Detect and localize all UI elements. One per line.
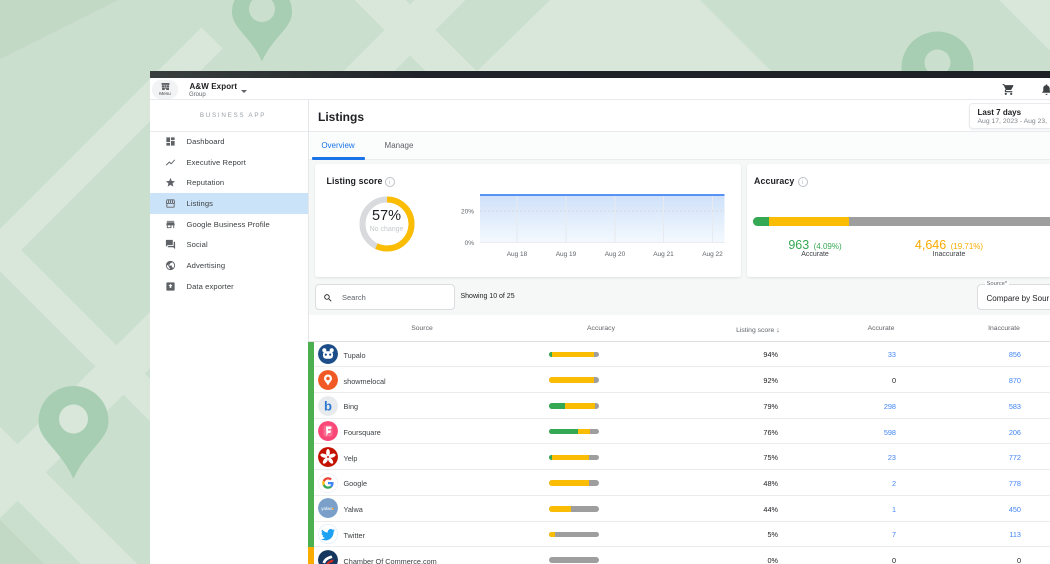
svg-text:Aug 20: Aug 20	[605, 251, 626, 258]
svg-text:20%: 20%	[461, 209, 474, 216]
svg-text:b: b	[324, 398, 332, 413]
svg-text:Aug 22: Aug 22	[702, 251, 723, 258]
svg-text:0%: 0%	[465, 240, 475, 247]
svg-text:yalwa: yalwa	[321, 506, 333, 511]
svg-text:Aug 18: Aug 18	[507, 251, 528, 258]
svg-text:Aug 21: Aug 21	[653, 251, 674, 258]
svg-text:Aug 19: Aug 19	[556, 251, 577, 258]
